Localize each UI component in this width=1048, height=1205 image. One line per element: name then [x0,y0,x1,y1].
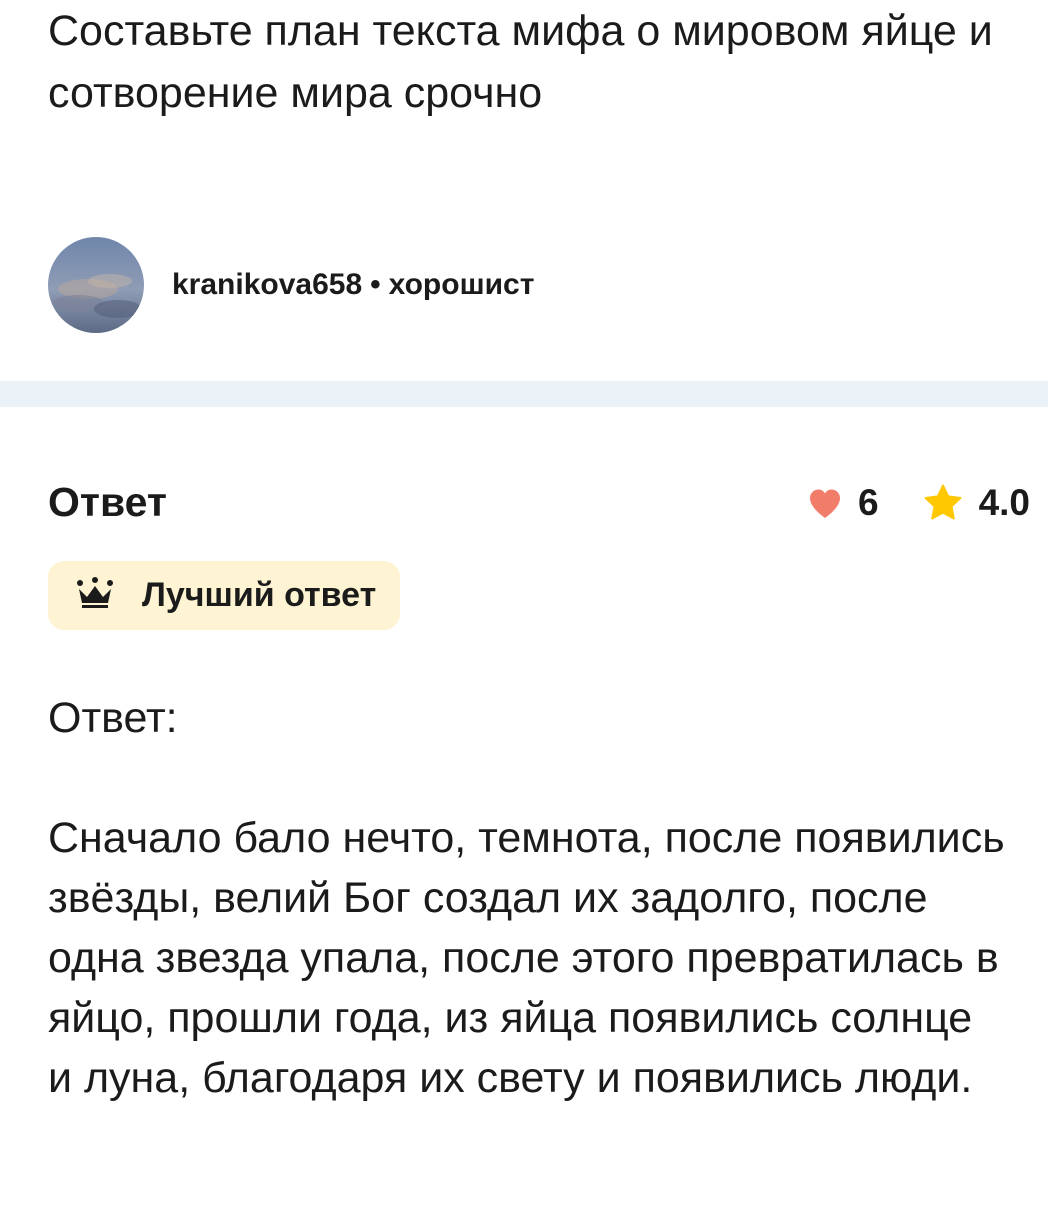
heart-icon [808,488,842,519]
avatar[interactable] [48,237,144,333]
author-rank: хорошист [388,268,535,301]
author-row: kranikova658 • хорошист [48,237,534,333]
answer-heading: Ответ [48,479,167,525]
section-divider [0,381,1048,407]
likes-stat[interactable]: 6 [808,482,879,524]
avatar-image [48,237,144,333]
rating-value: 4.0 [978,482,1030,523]
star-icon [923,484,963,522]
best-answer-label: Лучший ответ [142,576,377,614]
answer-stats: 6 4.0 [808,474,1030,532]
question-text: Составьте план текста мифа о мировом яйц… [48,7,993,117]
rating-stat[interactable]: 4.0 [923,482,1030,524]
crown-icon [76,577,114,614]
answer-lead: Ответ: [48,694,178,742]
answer-text: Сначало бало нечто, темнота, после появи… [48,814,1005,1102]
author-username[interactable]: kranikova658 [172,268,362,301]
answer-body: Ответ: Сначало бало нечто, темнота, посл… [48,688,1008,1108]
likes-count: 6 [857,482,879,523]
author-separator: • [370,268,381,301]
best-answer-badge: Лучший ответ [48,561,401,630]
author-meta: kranikova658 • хорошист [172,268,534,302]
